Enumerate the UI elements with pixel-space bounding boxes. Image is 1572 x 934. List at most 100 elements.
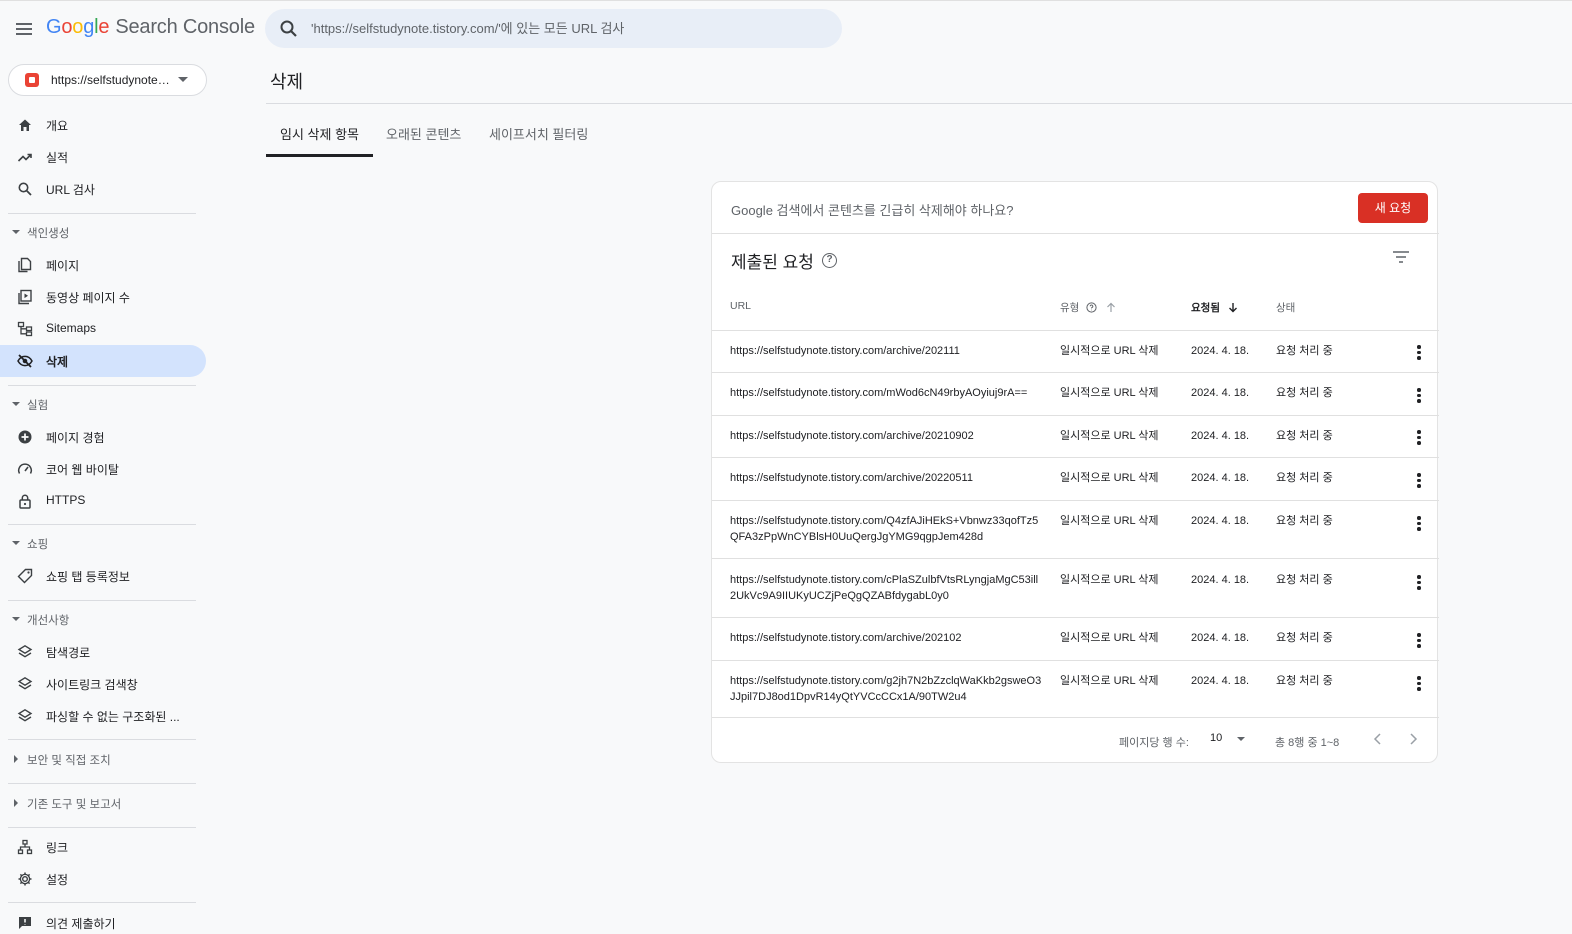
column-header-status[interactable]: 상태 xyxy=(1276,300,1295,315)
property-label: https://selfstudynote.tistory.com/ xyxy=(51,73,171,87)
table-row[interactable]: https://selfstudynote.tistory.com/Q4zfAJ… xyxy=(712,500,1439,558)
section-label: 보안 및 직접 조치 xyxy=(27,755,111,767)
sidebar-item-label: 삭제 xyxy=(46,355,69,369)
sidebar-item-performance[interactable]: 실적 xyxy=(0,141,206,173)
sidebar-item-core-web-vitals[interactable]: 코어 웹 바이탈 xyxy=(0,453,206,485)
logo-letter: o xyxy=(61,16,73,38)
divider xyxy=(8,524,196,525)
rows-per-page-select[interactable]: 10 xyxy=(1210,732,1250,750)
sidebar-item-settings[interactable]: 설정 xyxy=(0,863,206,895)
sidebar-item-breadcrumbs[interactable]: 탐색경로 xyxy=(0,636,206,668)
more-vert-icon[interactable] xyxy=(1416,473,1422,489)
section-security[interactable]: 보안 및 직접 조치 xyxy=(0,746,206,774)
column-header-requested[interactable]: 요청됨 xyxy=(1191,300,1238,315)
divider xyxy=(8,783,196,784)
logo-letter: e xyxy=(98,16,110,38)
menu-icon[interactable] xyxy=(12,17,36,41)
column-header-url[interactable]: URL xyxy=(730,300,751,312)
sidebar: https://selfstudynote.tistory.com/ 개요 실적… xyxy=(0,56,210,934)
lock-icon xyxy=(19,494,31,509)
sidebar-item-label: 쇼핑 탭 등록정보 xyxy=(46,570,130,584)
sidebar-item-removals[interactable]: 삭제 xyxy=(0,345,206,377)
sidebar-item-https[interactable]: HTTPS xyxy=(0,485,206,517)
table-row[interactable]: https://selfstudynote.tistory.com/archiv… xyxy=(712,330,1439,372)
section-label: 쇼핑 xyxy=(27,539,49,551)
help-icon[interactable]: ? xyxy=(822,253,837,268)
more-vert-icon[interactable] xyxy=(1416,430,1422,446)
divider xyxy=(8,385,196,386)
section-shopping[interactable]: 쇼핑 xyxy=(0,530,206,558)
new-request-button[interactable]: 새 요청 xyxy=(1358,193,1428,223)
logo-letter: g xyxy=(83,16,95,38)
chevron-left-icon[interactable] xyxy=(1370,731,1386,747)
more-vert-icon[interactable] xyxy=(1416,345,1422,361)
chevron-right-icon[interactable] xyxy=(1405,731,1421,747)
column-header-type[interactable]: 유형 xyxy=(1060,300,1116,315)
sidebar-item-page-experience[interactable]: 페이지 경험 xyxy=(0,421,206,453)
video-page-icon xyxy=(18,289,32,305)
chevron-right-icon xyxy=(14,799,18,807)
layers-icon xyxy=(17,676,33,690)
chevron-down-icon xyxy=(12,230,20,234)
section-indexing[interactable]: 색인생성 xyxy=(0,219,206,247)
sidebar-item-sitelinks-searchbox[interactable]: 사이트링크 검색창 xyxy=(0,668,206,700)
search-input[interactable] xyxy=(311,17,811,39)
section-enhancements[interactable]: 개선사항 xyxy=(0,606,206,634)
table-row[interactable]: https://selfstudynote.tistory.com/archiv… xyxy=(712,457,1439,500)
tab-outdated-content[interactable]: 오래된 콘텐츠 xyxy=(386,112,461,157)
row-status: 요청 처리 중 xyxy=(1276,472,1333,484)
app-logo[interactable]: Google Search Console xyxy=(46,16,255,39)
row-url: https://selfstudynote.tistory.com/archiv… xyxy=(730,472,973,484)
search-icon[interactable] xyxy=(279,19,299,39)
sidebar-item-shopping-tab[interactable]: 쇼핑 탭 등록정보 xyxy=(0,560,206,592)
url-inspect-search[interactable] xyxy=(265,9,842,48)
row-url: https://selfstudynote.tistory.com/Q4zfAJ… xyxy=(730,515,1039,543)
tab-temporary-removals[interactable]: 임시 삭제 항목 xyxy=(266,112,373,157)
sidebar-item-links[interactable]: 링크 xyxy=(0,831,206,863)
submitted-requests-title: 제출된 요청 xyxy=(731,253,814,272)
divider xyxy=(8,600,196,601)
row-type: 일시적으로 URL 삭제 xyxy=(1060,675,1159,687)
row-date: 2024. 4. 18. xyxy=(1191,387,1250,399)
tag-icon xyxy=(17,568,33,584)
filter-icon[interactable] xyxy=(1392,250,1410,264)
section-label: 색인생성 xyxy=(27,228,70,240)
table-row[interactable]: https://selfstudynote.tistory.com/archiv… xyxy=(712,617,1439,660)
table-row[interactable]: https://selfstudynote.tistory.com/g2jh7N… xyxy=(712,660,1439,718)
sidebar-item-label: 사이트링크 검색창 xyxy=(46,678,138,692)
sidebar-item-feedback[interactable]: 의견 제출하기 xyxy=(0,907,206,934)
sidebar-item-video-pages[interactable]: 동영상 페이지 수 xyxy=(0,281,206,313)
sidebar-item-label: 실적 xyxy=(46,151,69,165)
sidebar-item-unparsable[interactable]: 파싱할 수 없는 구조화된 ... xyxy=(0,700,206,732)
tab-label: 임시 삭제 항목 xyxy=(280,127,359,142)
help-icon[interactable] xyxy=(1086,302,1097,313)
sidebar-item-sitemaps[interactable]: Sitemaps xyxy=(0,313,206,345)
more-vert-icon[interactable] xyxy=(1416,516,1422,532)
property-selector[interactable]: https://selfstudynote.tistory.com/ xyxy=(8,64,207,96)
more-vert-icon[interactable] xyxy=(1416,388,1422,404)
table-row[interactable]: https://selfstudynote.tistory.com/mWod6c… xyxy=(712,372,1439,415)
column-label: 상태 xyxy=(1276,302,1296,314)
sidebar-item-overview[interactable]: 개요 xyxy=(0,109,206,141)
row-type: 일시적으로 URL 삭제 xyxy=(1060,574,1159,586)
more-vert-icon[interactable] xyxy=(1416,633,1422,649)
sidebar-item-url-inspection[interactable]: URL 검사 xyxy=(0,173,206,205)
chevron-down-icon xyxy=(12,541,20,545)
more-vert-icon[interactable] xyxy=(1416,676,1422,692)
sidebar-item-pages[interactable]: 페이지 xyxy=(0,249,206,281)
table-row[interactable]: https://selfstudynote.tistory.com/cPlaSZ… xyxy=(712,558,1439,617)
tab-label: 오래된 콘텐츠 xyxy=(386,127,462,142)
tab-safesearch-filtering[interactable]: 세이프서치 필터링 xyxy=(489,112,588,157)
site-favicon-icon xyxy=(25,73,39,87)
section-legacy[interactable]: 기존 도구 및 보고서 xyxy=(0,790,206,818)
row-date: 2024. 4. 18. xyxy=(1191,430,1250,442)
section-experience[interactable]: 실험 xyxy=(0,391,206,419)
row-date: 2024. 4. 18. xyxy=(1191,574,1250,586)
table-row[interactable]: https://selfstudynote.tistory.com/archiv… xyxy=(712,415,1439,457)
row-date: 2024. 4. 18. xyxy=(1191,515,1250,527)
feedback-icon xyxy=(19,917,31,929)
more-vert-icon[interactable] xyxy=(1416,575,1422,591)
row-date: 2024. 4. 18. xyxy=(1191,345,1250,357)
row-status: 요청 처리 중 xyxy=(1276,574,1333,586)
urgent-removal-prompt: Google 검색에서 콘텐츠를 긴급히 삭제해야 하나요? xyxy=(731,203,1014,218)
